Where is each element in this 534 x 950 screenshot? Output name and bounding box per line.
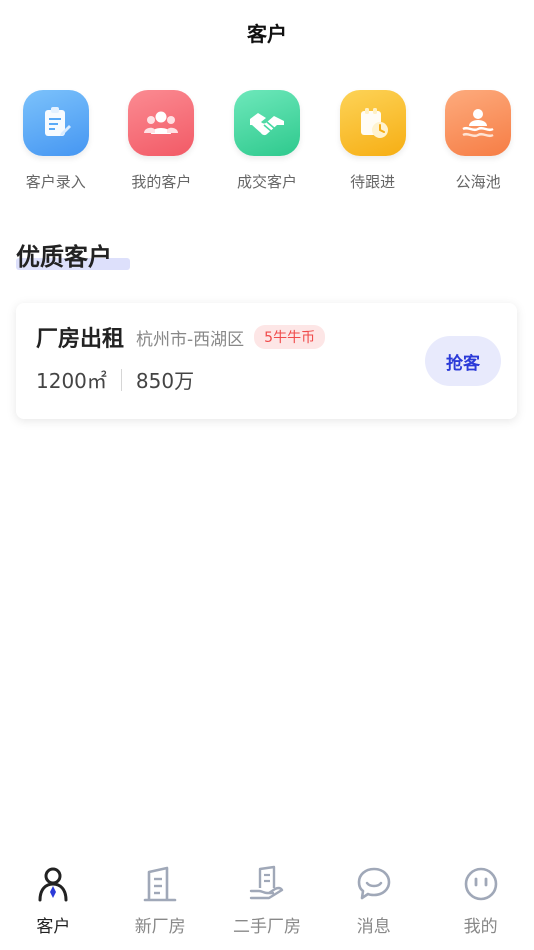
title-bar: 客户 [0,0,534,64]
hand-building-icon [249,865,284,900]
clipboard-edit-icon [22,90,89,156]
meta-divider [120,368,122,391]
building-icon [143,866,177,902]
calendar-clock-icon [339,90,406,156]
tab-profile[interactable]: 我的 [429,854,533,950]
quick-action-follow-up[interactable]: 待跟进 [323,90,423,195]
quick-action-label: 客户录入 [25,173,86,191]
grab-customer-button[interactable]: 抢客 [425,336,501,386]
handshake-icon [233,90,300,156]
tab-messages[interactable]: 消息 [322,854,426,950]
tab-new-factory[interactable]: 新厂房 [108,854,212,950]
listing-card[interactable]: 厂房出租 杭州市-西湖区 5牛牛币 1200㎡ 850万 抢客 [16,303,517,419]
listing-header: 厂房出租 杭州市-西湖区 5牛牛币 [36,321,326,353]
tab-label: 我的 [463,917,498,937]
listing-location: 杭州市-西湖区 [136,329,245,350]
tab-label: 客户 [36,917,71,937]
users-icon [128,90,195,156]
section-title: 优质客户 [16,234,130,274]
tab-customer[interactable]: 客户 [1,854,105,950]
quick-action-label: 我的客户 [131,173,192,191]
page-title: 客户 [247,21,287,46]
quick-actions: 客户录入 我的客户 成交客户 待跟进 公海池 [0,90,534,195]
listing-coin-badge: 5牛牛币 [254,325,326,349]
tab-label: 二手厂房 [232,917,301,937]
tab-label: 消息 [356,917,391,937]
customer-icon [38,867,68,902]
message-icon [357,867,391,900]
quick-action-my-customers[interactable]: 我的客户 [111,90,211,195]
profile-face-icon [464,867,497,901]
quick-action-label: 待跟进 [350,173,396,191]
section-title-text: 优质客户 [16,242,112,271]
listing-title: 厂房出租 [36,327,125,352]
listing-meta: 1200㎡ 850万 [36,365,194,394]
quick-action-public-pool[interactable]: 公海池 [428,90,528,195]
quick-action-label: 公海池 [455,173,501,191]
bottom-tab-bar: 客户 新厂房 二手厂房 消息 我的 [0,854,534,950]
listing-price: 850万 [135,369,195,393]
quick-action-deal-customers[interactable]: 成交客户 [217,90,317,195]
tab-label: 新厂房 [134,917,186,937]
listing-area: 1200㎡ [36,369,107,393]
pool-icon [445,90,512,156]
quick-action-customer-entry[interactable]: 客户录入 [6,90,106,195]
tab-secondhand-factory[interactable]: 二手厂房 [215,854,319,950]
quick-action-label: 成交客户 [236,173,297,191]
